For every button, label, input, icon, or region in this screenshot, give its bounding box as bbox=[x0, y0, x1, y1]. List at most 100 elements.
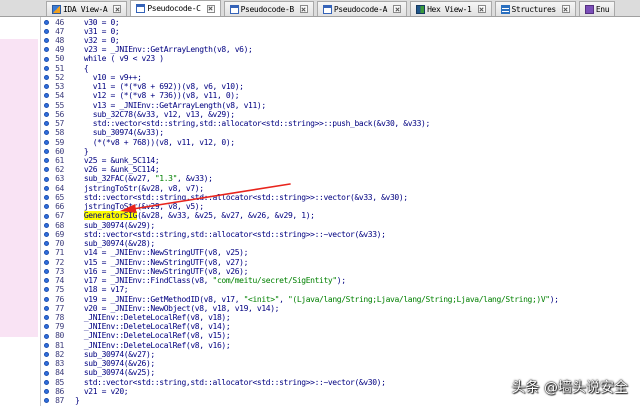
code-text[interactable]: v31 = 0; bbox=[75, 27, 120, 36]
code-text[interactable]: (*(*v8 + 768))(v8, v11, v12, 0); bbox=[75, 138, 235, 147]
code-line[interactable]: 60 } bbox=[41, 147, 640, 156]
code-token[interactable]: v21 = v20; bbox=[75, 387, 129, 396]
tab-close-button[interactable] bbox=[477, 5, 486, 13]
statement-dot-icon[interactable] bbox=[44, 38, 49, 44]
statement-dot-icon[interactable] bbox=[44, 185, 49, 191]
code-token[interactable]: std::vector<std::string,std::allocator<s… bbox=[75, 230, 386, 239]
code-line[interactable]: 53 v11 = (*(*v8 + 692))(v8, v6, v10); bbox=[41, 82, 640, 91]
code-line[interactable]: 76 v19 = _JNIEnv::GetMethodID(v8, v17, "… bbox=[41, 295, 640, 304]
code-line[interactable]: 54 v12 = (*(*v8 + 736))(v8, v11, 0); bbox=[41, 91, 640, 100]
code-text[interactable]: v15 = _JNIEnv::NewStringUTF(v8, v27); bbox=[75, 258, 249, 267]
code-token[interactable]: v14 = _JNIEnv::NewStringUTF(v8, v25); bbox=[75, 248, 249, 257]
statement-dot-icon[interactable] bbox=[44, 388, 49, 394]
statement-dot-icon[interactable] bbox=[44, 176, 49, 182]
code-token[interactable]: (&v28, &v33, &v25, &v27, &v26, &v29, 1); bbox=[137, 211, 315, 220]
code-line[interactable]: 80 _JNIEnv::DeleteLocalRef(v8, v15); bbox=[41, 331, 640, 340]
code-token[interactable]: v25 = &unk_5C114; bbox=[75, 156, 160, 165]
code-text[interactable]: GeneratorSIG(&v28, &v33, &v25, &v27, &v2… bbox=[75, 211, 315, 221]
statement-dot-icon[interactable] bbox=[44, 121, 49, 127]
code-token[interactable] bbox=[75, 211, 84, 220]
code-token[interactable]: jstringToStr(&v29, v8, v5); bbox=[75, 202, 204, 211]
string-literal[interactable]: "<init>" bbox=[244, 295, 280, 304]
code-text[interactable]: std::vector<std::string,std::allocator<s… bbox=[75, 378, 386, 387]
code-line[interactable]: 87} bbox=[41, 396, 640, 405]
code-line[interactable]: 57 std::vector<std::string,std::allocato… bbox=[41, 119, 640, 128]
code-line[interactable]: 68 sub_30974(&v29); bbox=[41, 221, 640, 230]
code-line[interactable]: 64 jstringToStr(&v28, v8, v7); bbox=[41, 184, 640, 193]
code-text[interactable]: v14 = _JNIEnv::NewStringUTF(v8, v25); bbox=[75, 248, 249, 257]
tab-pseudocode-c[interactable]: Pseudocode-C bbox=[130, 0, 221, 16]
code-text[interactable]: v16 = _JNIEnv::NewStringUTF(v8, v26); bbox=[75, 267, 249, 276]
tab-hex-view-1[interactable]: Hex View-1 bbox=[410, 1, 492, 16]
code-text[interactable]: { bbox=[75, 64, 89, 73]
tab-pseudocode-b[interactable]: Pseudocode-B bbox=[223, 1, 314, 16]
code-line[interactable]: 65 std::vector<std::string,std::allocato… bbox=[41, 193, 640, 202]
code-text[interactable]: _JNIEnv::DeleteLocalRef(v8, v14); bbox=[75, 322, 231, 331]
code-token[interactable]: ); bbox=[550, 295, 559, 304]
code-line[interactable]: 61 v25 = &unk_5C114; bbox=[41, 156, 640, 165]
code-text[interactable]: sub_30974(&v26); bbox=[75, 359, 155, 368]
statement-dot-icon[interactable] bbox=[44, 241, 49, 247]
code-token[interactable]: v26 = &unk_5C114; bbox=[75, 165, 160, 174]
statement-dot-icon[interactable] bbox=[44, 139, 49, 145]
code-text[interactable]: v18 = v17; bbox=[75, 285, 129, 294]
code-token[interactable]: v16 = _JNIEnv::NewStringUTF(v8, v26); bbox=[75, 267, 249, 276]
code-line[interactable]: 79 _JNIEnv::DeleteLocalRef(v8, v14); bbox=[41, 322, 640, 331]
code-token[interactable]: v18 = v17; bbox=[75, 285, 129, 294]
code-line[interactable]: 48 v32 = 0; bbox=[41, 36, 640, 45]
code-text[interactable]: } bbox=[75, 396, 80, 405]
pseudocode-view[interactable]: 46 v30 = 0; 47 v31 = 0; 48 v32 = 0; 49 v23 … bbox=[41, 17, 640, 406]
code-line[interactable]: 77 v20 = _JNIEnv::NewObject(v8, v18, v19… bbox=[41, 304, 640, 313]
code-token[interactable]: sub_30974(&v27); bbox=[75, 350, 155, 359]
statement-dot-icon[interactable] bbox=[44, 75, 49, 80]
code-token[interactable]: v17 = _JNIEnv::FindClass(v8, bbox=[75, 276, 213, 285]
code-text[interactable]: v17 = _JNIEnv::FindClass(v8, "com/meitu/… bbox=[75, 276, 346, 285]
statement-dot-icon[interactable] bbox=[44, 65, 49, 71]
code-line[interactable]: 63 sub_32FAC(&v27, "1.3", &v33); bbox=[41, 174, 640, 183]
tab-close-button[interactable] bbox=[113, 5, 122, 13]
code-text[interactable]: v25 = &unk_5C114; bbox=[75, 156, 160, 165]
code-line[interactable]: 51 { bbox=[41, 64, 640, 73]
code-text[interactable]: sub_32FAC(&v27, "1.3", &v33); bbox=[75, 174, 213, 183]
code-text[interactable]: v10 = v9++; bbox=[75, 73, 142, 82]
code-line[interactable]: 66 jstringToStr(&v29, v8, v5); bbox=[41, 202, 640, 211]
code-text[interactable]: sub_30974(&v27); bbox=[75, 350, 155, 359]
code-token[interactable]: v20 = _JNIEnv::NewObject(v8, v18, v19, v… bbox=[75, 304, 280, 313]
code-token[interactable]: std::vector<std::string,std::allocator<s… bbox=[75, 119, 431, 128]
statement-dot-icon[interactable] bbox=[44, 250, 49, 256]
statement-dot-icon[interactable] bbox=[44, 342, 49, 348]
code-token[interactable]: } bbox=[75, 396, 80, 405]
code-text[interactable]: sub_30974(&v33); bbox=[75, 128, 164, 137]
code-token[interactable]: _JNIEnv::DeleteLocalRef(v8, v15); bbox=[75, 331, 231, 340]
code-token[interactable]: sub_30974(&v28); bbox=[75, 239, 155, 248]
code-token[interactable]: sub_30974(&v33); bbox=[75, 128, 164, 137]
code-line[interactable]: 59 (*(*v8 + 768))(v8, v11, v12, 0); bbox=[41, 138, 640, 147]
code-line[interactable]: 70 sub_30974(&v28); bbox=[41, 239, 640, 248]
tab-close-button[interactable] bbox=[393, 5, 402, 13]
statement-dot-icon[interactable] bbox=[44, 259, 49, 265]
code-text[interactable]: } bbox=[75, 147, 89, 156]
code-token[interactable]: _JNIEnv::DeleteLocalRef(v8, v16); bbox=[75, 341, 231, 350]
statement-dot-icon[interactable] bbox=[44, 278, 49, 284]
statement-dot-icon[interactable] bbox=[44, 315, 49, 321]
statement-dot-icon[interactable] bbox=[44, 111, 49, 117]
code-line[interactable]: 52 v10 = v9++; bbox=[41, 73, 640, 82]
code-text[interactable]: _JNIEnv::DeleteLocalRef(v8, v18); bbox=[75, 313, 231, 322]
tab-close-button[interactable] bbox=[206, 4, 215, 13]
code-text[interactable]: _JNIEnv::DeleteLocalRef(v8, v16); bbox=[75, 341, 231, 350]
code-text[interactable]: v23 = _JNIEnv::GetArrayLength(v8, v6); bbox=[75, 45, 253, 54]
code-token[interactable]: sub_30974(&v25); bbox=[75, 368, 155, 377]
code-token[interactable]: v11 = (*(*v8 + 692))(v8, v6, v10); bbox=[75, 82, 244, 91]
statement-dot-icon[interactable] bbox=[44, 148, 49, 154]
code-line[interactable]: 49 v23 = _JNIEnv::GetArrayLength(v8, v6)… bbox=[41, 45, 640, 54]
code-token[interactable]: , bbox=[279, 295, 288, 304]
tab-close-button[interactable] bbox=[299, 5, 308, 13]
code-line[interactable]: 74 v17 = _JNIEnv::FindClass(v8, "com/mei… bbox=[41, 276, 640, 285]
tab-close-button[interactable] bbox=[561, 5, 570, 13]
code-token[interactable]: v12 = (*(*v8 + 736))(v8, v11, 0); bbox=[75, 91, 240, 100]
code-text[interactable]: std::vector<std::string,std::allocator<s… bbox=[75, 230, 386, 239]
code-text[interactable]: while ( v9 < v23 ) bbox=[75, 54, 164, 63]
statement-dot-icon[interactable] bbox=[44, 333, 49, 339]
statement-dot-icon[interactable] bbox=[44, 287, 49, 293]
code-text[interactable]: v20 = _JNIEnv::NewObject(v8, v18, v19, v… bbox=[75, 304, 280, 313]
